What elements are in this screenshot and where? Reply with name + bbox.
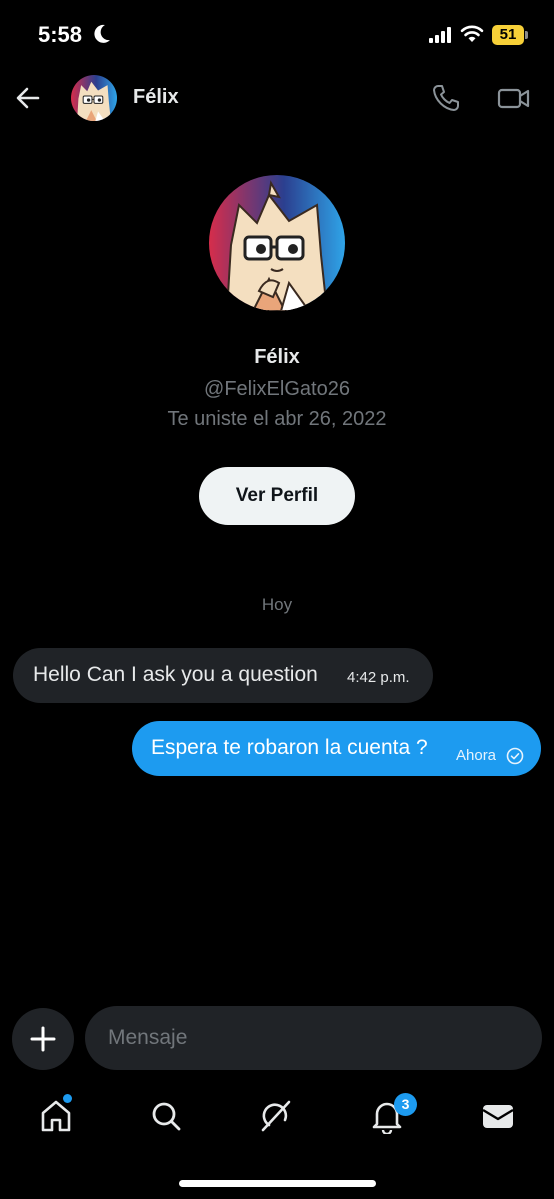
notification-count-badge: 3 (394, 1093, 417, 1116)
message-bubble-outgoing[interactable]: Espera te robaron la cuenta ? Ahora (132, 721, 541, 776)
message-input[interactable]: Mensaje (85, 1006, 542, 1070)
message-text: Hello Can I ask you a question (33, 663, 318, 686)
profile-joined-date: Te uniste el abr 26, 2022 (167, 408, 387, 430)
moon-icon (94, 24, 110, 43)
back-arrow-icon[interactable] (12, 82, 44, 114)
mail-icon[interactable] (480, 1098, 516, 1134)
search-icon[interactable] (148, 1098, 184, 1134)
home-unread-dot (63, 1094, 72, 1103)
home-indicator (179, 1180, 376, 1187)
signal-icon (429, 27, 451, 43)
message-bubble-incoming[interactable]: Hello Can I ask you a question 4:42 p.m. (13, 648, 433, 703)
message-text: Espera te robaron la cuenta ? (151, 736, 428, 759)
profile-handle: @FelixElGato26 (204, 378, 350, 400)
bottom-nav (0, 1088, 554, 1148)
message-time: Ahora (456, 747, 497, 764)
header-avatar[interactable] (71, 75, 117, 121)
read-check-icon (506, 747, 524, 765)
battery-icon: 51 (492, 25, 528, 45)
view-profile-button[interactable]: Ver Perfil (199, 467, 355, 525)
battery-level: 51 (499, 26, 517, 43)
wifi-icon (460, 25, 484, 42)
home-icon[interactable] (38, 1098, 74, 1134)
header-contact-name[interactable]: Félix (133, 86, 179, 109)
message-time: 4:42 p.m. (347, 669, 410, 686)
conversation-header: Félix (0, 70, 554, 126)
message-input-placeholder: Mensaje (108, 1026, 188, 1049)
profile-name: Félix (254, 346, 300, 368)
plus-icon (30, 1026, 56, 1052)
add-media-button[interactable] (12, 1008, 74, 1070)
video-icon[interactable] (497, 83, 531, 113)
profile-avatar[interactable] (209, 175, 345, 311)
status-bar: 5:58 51 (0, 0, 554, 70)
date-divider: Hoy (261, 595, 293, 614)
grok-icon[interactable] (258, 1098, 294, 1134)
status-time: 5:58 (38, 22, 83, 47)
phone-icon[interactable] (431, 83, 461, 113)
